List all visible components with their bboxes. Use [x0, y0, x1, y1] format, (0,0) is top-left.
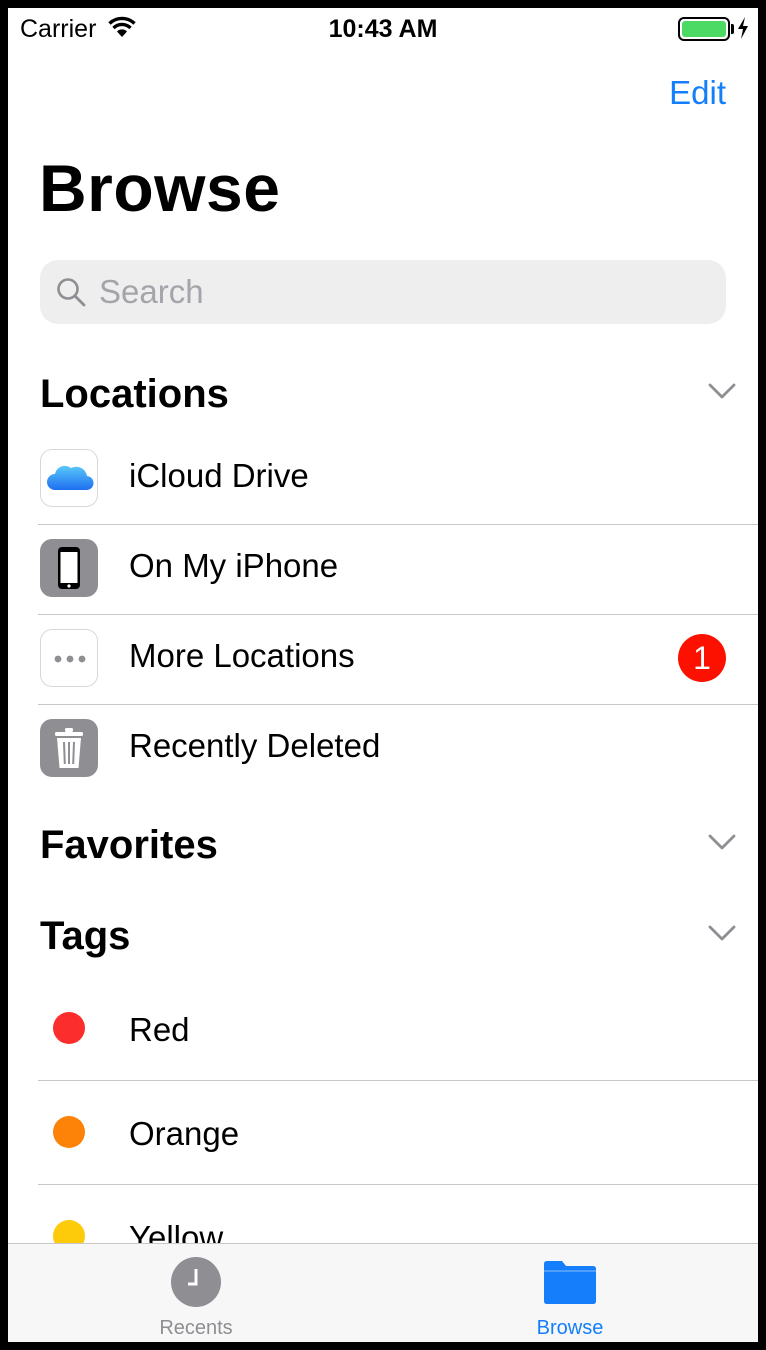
- tag-row-orange[interactable]: Orange: [38, 1080, 758, 1184]
- chevron-down-icon[interactable]: [708, 924, 736, 942]
- clock-icon: [171, 1257, 221, 1307]
- location-label: On My iPhone: [129, 547, 339, 584]
- chevron-down-icon[interactable]: [708, 833, 736, 851]
- location-label: More Locations: [129, 637, 355, 674]
- trash-icon: [40, 719, 98, 777]
- location-row-on-my-iphone[interactable]: On My iPhone: [38, 524, 758, 614]
- charging-icon: [738, 17, 748, 39]
- notification-badge: 1: [678, 634, 726, 682]
- folder-icon: [544, 1261, 596, 1304]
- page-title: Browse: [39, 151, 281, 225]
- tab-label: Browse: [536, 1317, 604, 1339]
- files-screen: Carrier 10:43 AM Edit Browse Search Loca…: [8, 8, 758, 1342]
- section-tags-title: Tags: [40, 914, 131, 958]
- tag-color-dot: [53, 1116, 85, 1148]
- search-icon: [57, 278, 86, 307]
- section-locations-title: Locations: [40, 372, 229, 416]
- search-placeholder: Search: [99, 273, 204, 310]
- section-favorites-title: Favorites: [40, 823, 218, 867]
- tag-label: Red: [129, 1011, 190, 1048]
- tab-bar: Recents Browse: [8, 1243, 758, 1342]
- battery-cap: [731, 24, 734, 34]
- battery-level: [682, 21, 726, 37]
- location-row-more-locations[interactable]: More Locations 1: [38, 614, 758, 704]
- location-row-recently-deleted[interactable]: Recently Deleted: [38, 704, 758, 794]
- icloud-icon: [40, 449, 98, 507]
- search-field[interactable]: Search: [40, 260, 726, 324]
- tag-row-red[interactable]: Red: [38, 976, 758, 1080]
- chevron-down-icon[interactable]: [708, 382, 736, 400]
- iphone-icon: [40, 539, 98, 597]
- location-label: iCloud Drive: [129, 457, 309, 494]
- location-label: Recently Deleted: [129, 727, 381, 764]
- more-icon: [40, 629, 98, 687]
- tab-browse[interactable]: Browse: [470, 1244, 670, 1342]
- tag-label: Orange: [129, 1115, 240, 1152]
- edit-button[interactable]: Edit: [669, 74, 726, 112]
- location-row-icloud[interactable]: iCloud Drive: [38, 434, 758, 524]
- tag-color-dot: [53, 1012, 85, 1044]
- tab-recents[interactable]: Recents: [96, 1244, 296, 1342]
- battery-icon: [678, 17, 730, 41]
- status-bar: Carrier 10:43 AM: [8, 8, 758, 48]
- status-time: 10:43 AM: [328, 15, 438, 43]
- tab-label: Recents: [159, 1317, 233, 1339]
